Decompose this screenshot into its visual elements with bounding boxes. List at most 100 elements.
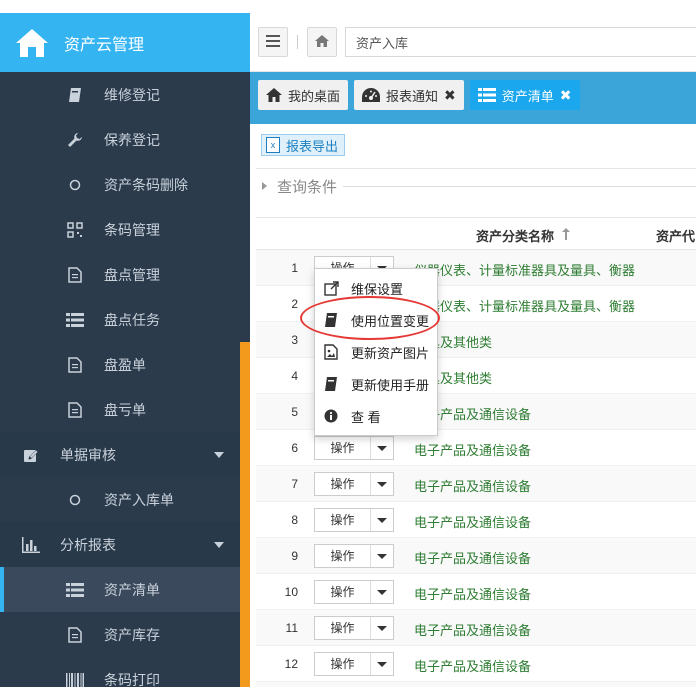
divider: [297, 35, 298, 49]
close-icon[interactable]: ✖: [444, 87, 456, 104]
list-icon: [66, 581, 84, 599]
action-dropdown-menu: 维保设置 使用位置变更 更新资产图片 更新使用手册 查 看: [314, 268, 438, 436]
sidebar-item-asset-list[interactable]: 资产清单: [0, 567, 250, 612]
sidebar-item-surplus[interactable]: 盘盈单: [0, 342, 250, 387]
book-icon: [323, 312, 339, 328]
row-number: 6: [291, 440, 298, 455]
excel-icon: x: [266, 137, 280, 153]
sidebar-item-label: 盘点管理: [104, 266, 160, 283]
chevron-down-icon: [371, 625, 393, 631]
category-cell: 仪器仪表、计量标准器具及量具、衡器: [414, 299, 636, 314]
chevron-down-icon: [214, 542, 224, 548]
sidebar-item-label: 资产库存: [104, 626, 160, 643]
sidebar-header[interactable]: 资产云管理: [0, 13, 250, 72]
action-select[interactable]: 操作: [314, 580, 394, 604]
table-row: 11 操作 电子产品及通信设备: [256, 610, 696, 646]
menu-item-label: 更新资产图片: [351, 345, 430, 361]
row-number: 8: [291, 512, 298, 527]
export-label: 报表导出: [286, 138, 339, 154]
sidebar-item-label: 维修登记: [104, 86, 160, 103]
category-cell: 仪器仪表、计量标准器具及量具、衡器: [414, 263, 636, 278]
top-strip: [0, 0, 696, 13]
list-icon: [66, 311, 84, 329]
home-icon: [14, 27, 50, 59]
sidebar-scrollbar[interactable]: [240, 342, 250, 687]
close-icon[interactable]: ✖: [560, 87, 572, 104]
qrcode-icon: [66, 221, 84, 239]
menu-item-update-manual[interactable]: 更新使用手册: [315, 368, 437, 400]
row-number: 5: [291, 404, 298, 419]
sidebar-item-label: 分析报表: [60, 536, 116, 553]
home-button[interactable]: [307, 27, 337, 57]
chevron-down-icon: [371, 517, 393, 523]
sidebar-item-barcode-delete[interactable]: 资产条码删除: [0, 162, 250, 207]
category-cell: 电子产品及通信设备: [414, 551, 532, 566]
breadcrumb[interactable]: 资产入库: [345, 27, 696, 57]
chevron-down-icon: [371, 661, 393, 667]
row-number: 11: [285, 620, 298, 635]
book-icon: [66, 86, 84, 104]
sidebar-item-maintenance[interactable]: 保养登记: [0, 117, 250, 162]
table-header: 资产分类名称 资产代: [256, 218, 696, 250]
sidebar-item-inventory-task[interactable]: 盘点任务: [0, 297, 250, 342]
action-select[interactable]: 操作: [314, 544, 394, 568]
action-select[interactable]: 操作: [314, 652, 394, 676]
sidebar-item-barcode-print[interactable]: 条码打印: [0, 657, 250, 687]
edit-icon: [22, 446, 40, 464]
app-root: 资产云管理 维修登记 保养登记 资产条码删除 条码管理 盘点管理 盘点任务 盘盈…: [0, 0, 696, 687]
divider: [343, 185, 696, 187]
query-section[interactable]: 查询条件: [256, 169, 696, 203]
query-label: 查询条件: [277, 178, 338, 196]
wrench-icon: [66, 131, 84, 149]
tab-my-desktop[interactable]: 我的桌面: [258, 80, 349, 110]
sidebar-menu: 维修登记 保养登记 资产条码删除 条码管理 盘点管理 盘点任务 盘盈单 盘亏单 …: [0, 72, 250, 687]
chevron-down-icon: [371, 589, 393, 595]
tab-asset-list[interactable]: 资产清单 ✖: [469, 80, 580, 110]
info-icon: [323, 408, 339, 424]
dashboard-icon: [362, 88, 381, 102]
column-header-category[interactable]: 资产分类名称: [476, 226, 571, 245]
sidebar-item-repair[interactable]: 维修登记: [0, 72, 250, 117]
sidebar-item-loss[interactable]: 盘亏单: [0, 387, 250, 432]
home-icon: [266, 88, 282, 102]
external-link-icon: [323, 280, 339, 296]
menu-item-view[interactable]: 查 看: [315, 400, 437, 432]
sidebar-item-inbound-doc[interactable]: 资产入库单: [0, 477, 250, 522]
row-number: 2: [291, 296, 298, 311]
row-number: 7: [291, 476, 298, 491]
menu-item-update-image[interactable]: 更新资产图片: [315, 336, 437, 368]
tab-label: 资产清单: [501, 88, 554, 104]
action-select-label: 操作: [315, 545, 371, 567]
image-icon: [323, 344, 339, 360]
file-icon: [66, 626, 84, 644]
sidebar-group-reports[interactable]: 分析报表: [0, 522, 250, 567]
column-header-code[interactable]: 资产代: [656, 226, 695, 245]
sidebar-group-review[interactable]: 单据审核: [0, 432, 250, 477]
sidebar-item-inventory-manage[interactable]: 盘点管理: [0, 252, 250, 297]
menu-item-label: 使用位置变更: [351, 313, 430, 329]
chevron-down-icon: [371, 445, 393, 451]
action-select[interactable]: 操作: [314, 508, 394, 532]
sidebar: 资产云管理 维修登记 保养登记 资产条码删除 条码管理 盘点管理 盘点任务 盘盈…: [0, 13, 250, 687]
sidebar-item-label: 盘点任务: [104, 311, 160, 328]
sidebar-item-asset-stock[interactable]: 资产库存: [0, 612, 250, 657]
sort-arrow-icon: [562, 228, 571, 243]
sidebar-item-label: 资产清单: [104, 581, 160, 598]
expand-triangle-icon: [262, 182, 267, 190]
action-select[interactable]: 操作: [314, 436, 394, 460]
sidebar-item-barcode-manage[interactable]: 条码管理: [0, 207, 250, 252]
action-select[interactable]: 操作: [314, 472, 394, 496]
export-report-button[interactable]: x 报表导出: [261, 134, 346, 156]
menu-toggle-button[interactable]: [258, 27, 288, 57]
tab-label: 报表通知: [386, 88, 439, 104]
row-number: 4: [291, 368, 298, 383]
app-title: 资产云管理: [64, 36, 145, 54]
sidebar-item-label: 资产条码删除: [104, 176, 188, 193]
tab-report-notice[interactable]: 报表通知 ✖: [354, 80, 464, 110]
menu-item-maintenance-settings[interactable]: 维保设置: [315, 272, 437, 304]
circle-icon: [66, 176, 84, 194]
action-select-label: 操作: [315, 473, 371, 495]
menu-item-change-location[interactable]: 使用位置变更: [315, 304, 437, 336]
action-select[interactable]: 操作: [314, 616, 394, 640]
sidebar-item-label: 保养登记: [104, 131, 160, 148]
